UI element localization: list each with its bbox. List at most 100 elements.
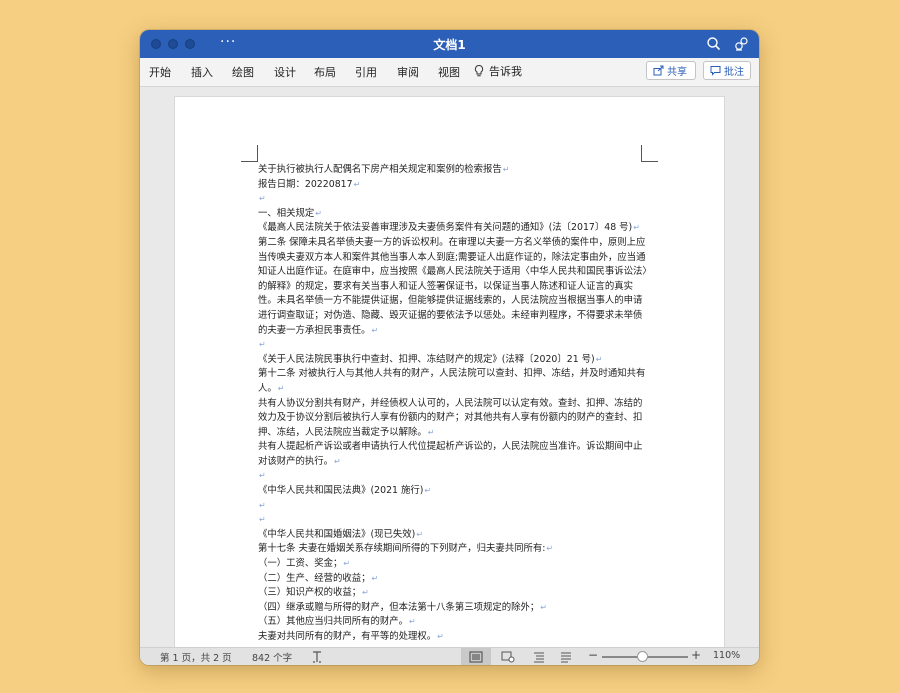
- paragraph-text: 第十二条 对被执行人与其他人共有的财产，人民法院可以查封、扣押、冻结，并及时通知…: [258, 368, 646, 394]
- paragraph-mark-icon: ↵: [540, 602, 547, 612]
- paragraph-text: 共有人提起析产诉讼或者申请执行人代位提起析产诉讼的，人民法院应当准许。诉讼期间中…: [258, 441, 643, 467]
- document-paragraph[interactable]: 《最高人民法院关于依法妥善审理涉及夫妻债务案件有关问题的通知》(法〔2017〕4…: [258, 221, 648, 236]
- paragraph-mark-icon: ↵: [371, 573, 379, 583]
- crop-mark-left: [241, 145, 258, 162]
- paragraph-text: 夫妻对共同所有的财产，有平等的处理权。: [258, 631, 437, 642]
- paragraph-mark-icon: ↵: [409, 617, 416, 627]
- document-paragraph[interactable]: （二）生产、经营的收益；↵: [258, 572, 648, 587]
- paragraph-mark-icon: ↵: [259, 340, 266, 350]
- paragraph-mark-icon: ↵: [353, 179, 361, 189]
- document-paragraph[interactable]: 第十二条 对被执行人与其他人共有的财产，人民法院可以查封、扣押、冻结，并及时通知…: [258, 367, 648, 396]
- zoom-out-button[interactable]: −: [588, 648, 598, 662]
- draft-view-button[interactable]: [551, 648, 581, 665]
- paragraph-mark-icon: ↵: [259, 515, 266, 525]
- document-paragraph[interactable]: 一、相关规定↵: [258, 207, 648, 222]
- title-bar: ··· 文档1: [140, 30, 759, 58]
- document-paragraph[interactable]: （一）工资、奖金；↵: [258, 557, 648, 572]
- document-paragraph[interactable]: 关于执行被执行人配偶名下房产相关规定和案例的检索报告↵: [258, 163, 648, 178]
- tab-home[interactable]: 开始: [149, 64, 171, 80]
- paragraph-text: 《最高人民法院关于依法妥善审理涉及夫妻债务案件有关问题的通知》(法〔2017〕4…: [258, 222, 633, 234]
- outline-view-button[interactable]: [524, 648, 554, 665]
- zoom-slider-knob[interactable]: [637, 651, 648, 662]
- draft-icon: [561, 652, 571, 663]
- document-paragraph[interactable]: 第二条 保障未具名举债夫妻一方的诉讼权利。在审理以夫妻一方名义举债的案件中，原则…: [258, 236, 648, 338]
- paragraph-mark-icon: ↵: [259, 471, 266, 481]
- share-button[interactable]: 共享: [646, 61, 696, 80]
- document-paragraph[interactable]: ↵: [258, 499, 648, 514]
- print-layout-icon: [469, 651, 483, 663]
- document-paragraph[interactable]: 《关于人民法院民事执行中查封、扣押、冻结财产的规定》(法释〔2020〕21 号)…: [258, 353, 648, 368]
- paragraph-mark-icon: ↵: [427, 427, 435, 437]
- comments-button[interactable]: 批注: [703, 61, 751, 80]
- share-icon: [653, 65, 664, 76]
- paragraph-mark-icon: ↵: [424, 486, 432, 496]
- document-body[interactable]: 关于执行被执行人配偶名下房产相关规定和案例的检索报告↵ 报告日期：20220817…: [258, 163, 648, 645]
- paragraph-text: 《关于人民法院民事执行中查封、扣押、冻结财产的规定》(法释〔2020〕21 号): [258, 353, 595, 365]
- paragraph-mark-icon: ↵: [277, 383, 285, 393]
- status-bar: 第 1 页，共 2 页 842 个字 − + 110%: [140, 647, 759, 665]
- tab-draw[interactable]: 绘图: [232, 64, 254, 80]
- share-label: 共享: [667, 67, 687, 78]
- document-paragraph[interactable]: ↵: [258, 192, 648, 207]
- paragraph-text: 第十七条 夫妻在婚姻关系存续期间所得的下列财产，归夫妻共同所有:: [258, 543, 546, 555]
- page-count[interactable]: 第 1 页，共 2 页: [160, 650, 232, 664]
- document-paragraph[interactable]: （四）继承或赠与所得的财产，但本法第十八条第三项规定的除外；↵: [258, 601, 648, 616]
- document-paragraph[interactable]: 第十七条 夫妻在婚姻关系存续期间所得的下列财产，归夫妻共同所有:↵: [258, 542, 648, 557]
- paragraph-mark-icon: ↵: [259, 194, 266, 204]
- tab-review[interactable]: 审阅: [397, 64, 419, 80]
- document-page[interactable]: 关于执行被执行人配偶名下房产相关规定和案例的检索报告↵ 报告日期：20220817…: [175, 97, 724, 647]
- outline-icon: [534, 652, 544, 663]
- search-icon[interactable]: [705, 35, 723, 53]
- document-paragraph[interactable]: 共有人提起析产诉讼或者申请执行人代位提起析产诉讼的，人民法院应当准许。诉讼期间中…: [258, 440, 648, 469]
- document-paragraph[interactable]: （三）知识产权的收益；↵: [258, 586, 648, 601]
- paragraph-mark-icon: ↵: [437, 632, 444, 641]
- print-layout-view-button[interactable]: [461, 648, 491, 665]
- document-paragraph[interactable]: ↵: [258, 338, 648, 353]
- document-paragraph[interactable]: ↵: [258, 469, 648, 484]
- document-paragraph[interactable]: 《中华人民共和国婚姻法》(现已失效)↵: [258, 528, 648, 543]
- ribbon: 开始 插入 绘图 设计 布局 引用 审阅 视图 告诉我 共享 批注: [140, 58, 759, 87]
- word-window: ··· 文档1 开始 插入 绘图 设计 布局 引用 审阅 视图 告诉我 共享 批…: [140, 30, 759, 665]
- document-paragraph[interactable]: 共有人协议分割共有财产，并经债权人认可的，人民法院可以认定有效。查封、扣押、冻结…: [258, 397, 648, 441]
- paragraph-mark-icon: ↵: [371, 325, 379, 335]
- zoom-in-button[interactable]: +: [691, 648, 701, 662]
- document-title: 文档1: [433, 38, 466, 52]
- document-paragraph[interactable]: 《中华人民共和国民法典》(2021 施行)↵: [258, 484, 648, 499]
- paragraph-text: （二）生产、经营的收益；: [258, 572, 371, 584]
- comments-label: 批注: [724, 67, 744, 78]
- document-paragraph[interactable]: ↵: [258, 513, 648, 528]
- focus-view-button[interactable]: [493, 648, 523, 665]
- paragraph-text: 《中华人民共和国民法典》(2021 施行): [258, 485, 424, 497]
- document-paragraph[interactable]: （五）其他应当归共同所有的财产。↵: [258, 615, 648, 630]
- tab-references[interactable]: 引用: [355, 64, 377, 80]
- tell-me-label: 告诉我: [489, 65, 522, 78]
- word-count[interactable]: 842 个字: [252, 650, 292, 664]
- document-paragraph[interactable]: 夫妻对共同所有的财产，有平等的处理权。↵: [258, 630, 648, 645]
- paragraph-mark-icon: ↵: [315, 208, 322, 218]
- paragraph-text: （五）其他应当归共同所有的财产。: [258, 616, 409, 628]
- paragraph-text: 第二条 保障未具名举债夫妻一方的诉讼权利。在审理以夫妻一方名义举债的案件中，原则…: [258, 236, 648, 336]
- tab-insert[interactable]: 插入: [191, 64, 213, 80]
- proofing-icon[interactable]: [310, 650, 324, 664]
- paragraph-text: （四）继承或赠与所得的财产，但本法第十八条第三项规定的除外；: [258, 601, 540, 613]
- document-paragraph[interactable]: 报告日期：20220817↵: [258, 178, 648, 193]
- lightbulb-icon: [474, 64, 484, 77]
- paragraph-mark-icon: ↵: [259, 500, 266, 510]
- tell-me-box[interactable]: 告诉我: [473, 63, 522, 79]
- comment-icon: [710, 66, 721, 76]
- document-area[interactable]: 关于执行被执行人配偶名下房产相关规定和案例的检索报告↵ 报告日期：20220817…: [140, 87, 759, 647]
- account-settings-icon[interactable]: [733, 35, 751, 53]
- paragraph-text: 一、相关规定: [258, 207, 315, 219]
- tab-design[interactable]: 设计: [274, 64, 296, 80]
- zoom-level[interactable]: 110%: [713, 650, 740, 661]
- paragraph-mark-icon: ↵: [502, 165, 510, 174]
- paragraph-text: （一）工资、奖金；: [258, 558, 343, 570]
- paragraph-mark-icon: ↵: [546, 544, 554, 554]
- paragraph-mark-icon: ↵: [416, 529, 424, 539]
- paragraph-text: 共有人协议分割共有财产，并经债权人认可的，人民法院可以认定有效。查封、扣押、冻结…: [258, 397, 643, 438]
- tab-view[interactable]: 视图: [438, 64, 460, 80]
- focus-icon: [501, 651, 515, 663]
- tab-layout[interactable]: 布局: [314, 64, 336, 80]
- paragraph-text: 关于执行被执行人配偶名下房产相关规定和案例的检索报告: [258, 164, 502, 175]
- paragraph-text: 《中华人民共和国婚姻法》(现已失效): [258, 528, 416, 540]
